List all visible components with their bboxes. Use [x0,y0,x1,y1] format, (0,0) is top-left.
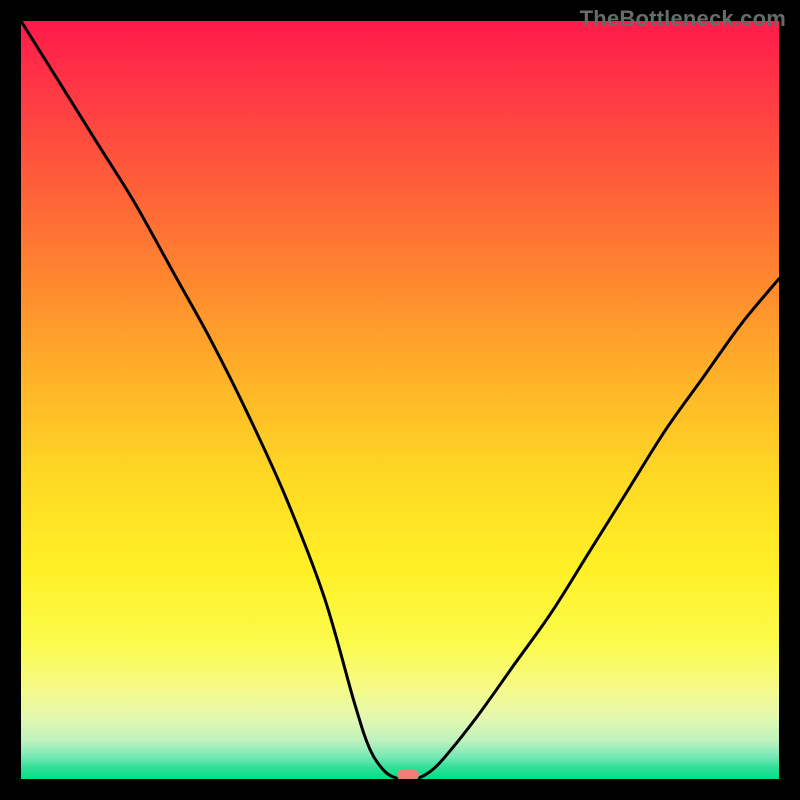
plot-area [21,21,779,779]
bottleneck-curve [21,21,779,779]
watermark-text: TheBottleneck.com [580,6,786,32]
chart-frame: TheBottleneck.com [0,0,800,800]
optimum-marker [397,769,419,779]
